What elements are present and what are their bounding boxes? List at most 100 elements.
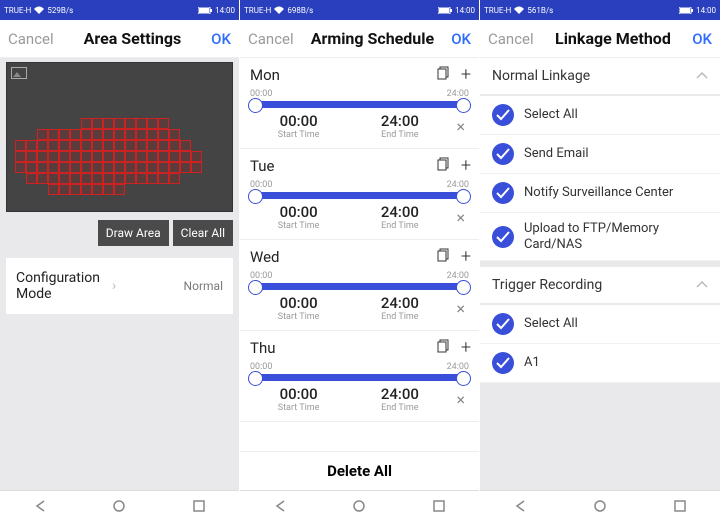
grid-cell xyxy=(114,129,125,140)
android-navbar xyxy=(480,490,720,520)
grid-cell xyxy=(103,173,114,184)
configuration-mode-row[interactable]: Configuration Mode › Normal xyxy=(6,258,233,314)
grid-cell xyxy=(37,140,48,151)
cancel-button[interactable]: Cancel xyxy=(488,30,534,48)
grid-cell xyxy=(48,129,59,140)
schedule-day: Wed+00:0024:0000:00Start Time24:00End Ti… xyxy=(240,240,479,331)
grid-cell xyxy=(48,151,59,162)
linkage-option[interactable]: A1 xyxy=(480,344,720,383)
grid-cell xyxy=(136,118,147,129)
grid-cell xyxy=(92,173,103,184)
chevron-up-icon xyxy=(696,68,708,84)
nav-home-icon[interactable] xyxy=(352,499,366,513)
delete-all-button[interactable]: Delete All xyxy=(240,451,479,490)
ok-button[interactable]: OK xyxy=(451,30,471,48)
time-slider[interactable] xyxy=(250,101,469,108)
ok-button[interactable]: OK xyxy=(692,30,712,48)
nav-recent-icon[interactable] xyxy=(192,499,206,513)
area-preview[interactable] xyxy=(6,62,233,212)
end-time-field[interactable]: 24:00End Time xyxy=(349,203,450,231)
time-slider[interactable] xyxy=(250,283,469,290)
nav-recent-icon[interactable] xyxy=(673,499,687,513)
nav-back-icon[interactable] xyxy=(273,499,287,513)
draw-area-button[interactable]: Draw Area xyxy=(98,220,169,246)
grid-cell xyxy=(37,173,48,184)
header: Cancel Area Settings OK xyxy=(0,20,239,58)
battery-icon xyxy=(198,7,212,14)
time-slider[interactable] xyxy=(250,192,469,199)
grid-cell xyxy=(180,140,191,151)
start-time-field[interactable]: 00:00Start Time xyxy=(248,112,349,140)
add-icon[interactable]: + xyxy=(461,155,471,176)
linkage-option-label: Select All xyxy=(524,107,578,123)
end-time-field[interactable]: 24:00End Time xyxy=(349,294,450,322)
grid-cell xyxy=(169,129,180,140)
grid-cell xyxy=(59,173,70,184)
grid-cell xyxy=(114,140,125,151)
schedule-day: Thu+00:0024:0000:00Start Time24:00End Ti… xyxy=(240,331,479,422)
clear-all-button[interactable]: Clear All xyxy=(173,220,233,246)
carrier-label: TRUE-H xyxy=(4,6,31,15)
linkage-option[interactable]: Notify Surveillance Center xyxy=(480,174,720,213)
grid-cell xyxy=(169,162,180,173)
linkage-option-label: Notify Surveillance Center xyxy=(524,185,673,201)
grid-cell xyxy=(147,173,158,184)
clock-label: 14:00 xyxy=(455,6,475,15)
grid-cell xyxy=(114,184,125,195)
status-bar: TRUE-H 698B/s 14:00 xyxy=(240,0,479,20)
add-icon[interactable]: + xyxy=(461,246,471,267)
grid-cell xyxy=(147,140,158,151)
grid-cell xyxy=(103,129,114,140)
nav-recent-icon[interactable] xyxy=(432,499,446,513)
linkage-option[interactable]: Select All xyxy=(480,305,720,344)
add-icon[interactable]: + xyxy=(461,64,471,85)
nav-home-icon[interactable] xyxy=(593,499,607,513)
linkage-option-label: A1 xyxy=(524,355,540,371)
linkage-section-header[interactable]: Normal Linkage xyxy=(480,58,720,94)
grid-cell xyxy=(81,162,92,173)
end-time-field[interactable]: 24:00End Time xyxy=(349,385,450,413)
remove-time-icon[interactable]: × xyxy=(450,390,471,409)
day-label: Wed xyxy=(250,248,280,266)
wifi-icon xyxy=(514,6,524,14)
end-time-field[interactable]: 24:00End Time xyxy=(349,112,450,140)
grid-cell xyxy=(136,140,147,151)
start-time-field[interactable]: 00:00Start Time xyxy=(248,385,349,413)
nav-back-icon[interactable] xyxy=(513,499,527,513)
copy-icon[interactable] xyxy=(437,338,451,357)
grid-cell xyxy=(136,162,147,173)
nav-home-icon[interactable] xyxy=(112,499,126,513)
remove-time-icon[interactable]: × xyxy=(450,117,471,136)
battery-icon xyxy=(679,7,693,14)
cancel-button[interactable]: Cancel xyxy=(248,30,294,48)
remove-time-icon[interactable]: × xyxy=(450,208,471,227)
linkage-option[interactable]: Upload to FTP/Memory Card/NAS xyxy=(480,213,720,261)
grid-cell xyxy=(125,162,136,173)
grid-cell xyxy=(81,184,92,195)
linkage-option[interactable]: Send Email xyxy=(480,135,720,174)
ok-button[interactable]: OK xyxy=(211,30,231,48)
linkage-section-header[interactable]: Trigger Recording xyxy=(480,267,720,303)
linkage-list: Normal Linkage Select All Send Email Notify… xyxy=(480,58,720,520)
copy-icon[interactable] xyxy=(437,156,451,175)
day-label: Mon xyxy=(250,66,280,84)
nav-back-icon[interactable] xyxy=(33,499,47,513)
start-time-field[interactable]: 00:00Start Time xyxy=(248,203,349,231)
grid-cell xyxy=(158,129,169,140)
copy-icon[interactable] xyxy=(437,65,451,84)
linkage-option[interactable]: Select All xyxy=(480,96,720,135)
grid-cell xyxy=(158,118,169,129)
add-icon[interactable]: + xyxy=(461,337,471,358)
copy-icon[interactable] xyxy=(437,247,451,266)
speed-label: 561B/s xyxy=(527,6,553,15)
time-slider[interactable] xyxy=(250,374,469,381)
status-bar: TRUE-H 561B/s 14:00 xyxy=(480,0,720,20)
cancel-button[interactable]: Cancel xyxy=(8,30,54,48)
chevron-up-icon xyxy=(696,277,708,293)
remove-time-icon[interactable]: × xyxy=(450,299,471,318)
grid-cell xyxy=(26,173,37,184)
linkage-option-label: Send Email xyxy=(524,146,589,162)
grid-cell xyxy=(158,151,169,162)
start-time-field[interactable]: 00:00Start Time xyxy=(248,294,349,322)
grid-cell xyxy=(15,162,26,173)
